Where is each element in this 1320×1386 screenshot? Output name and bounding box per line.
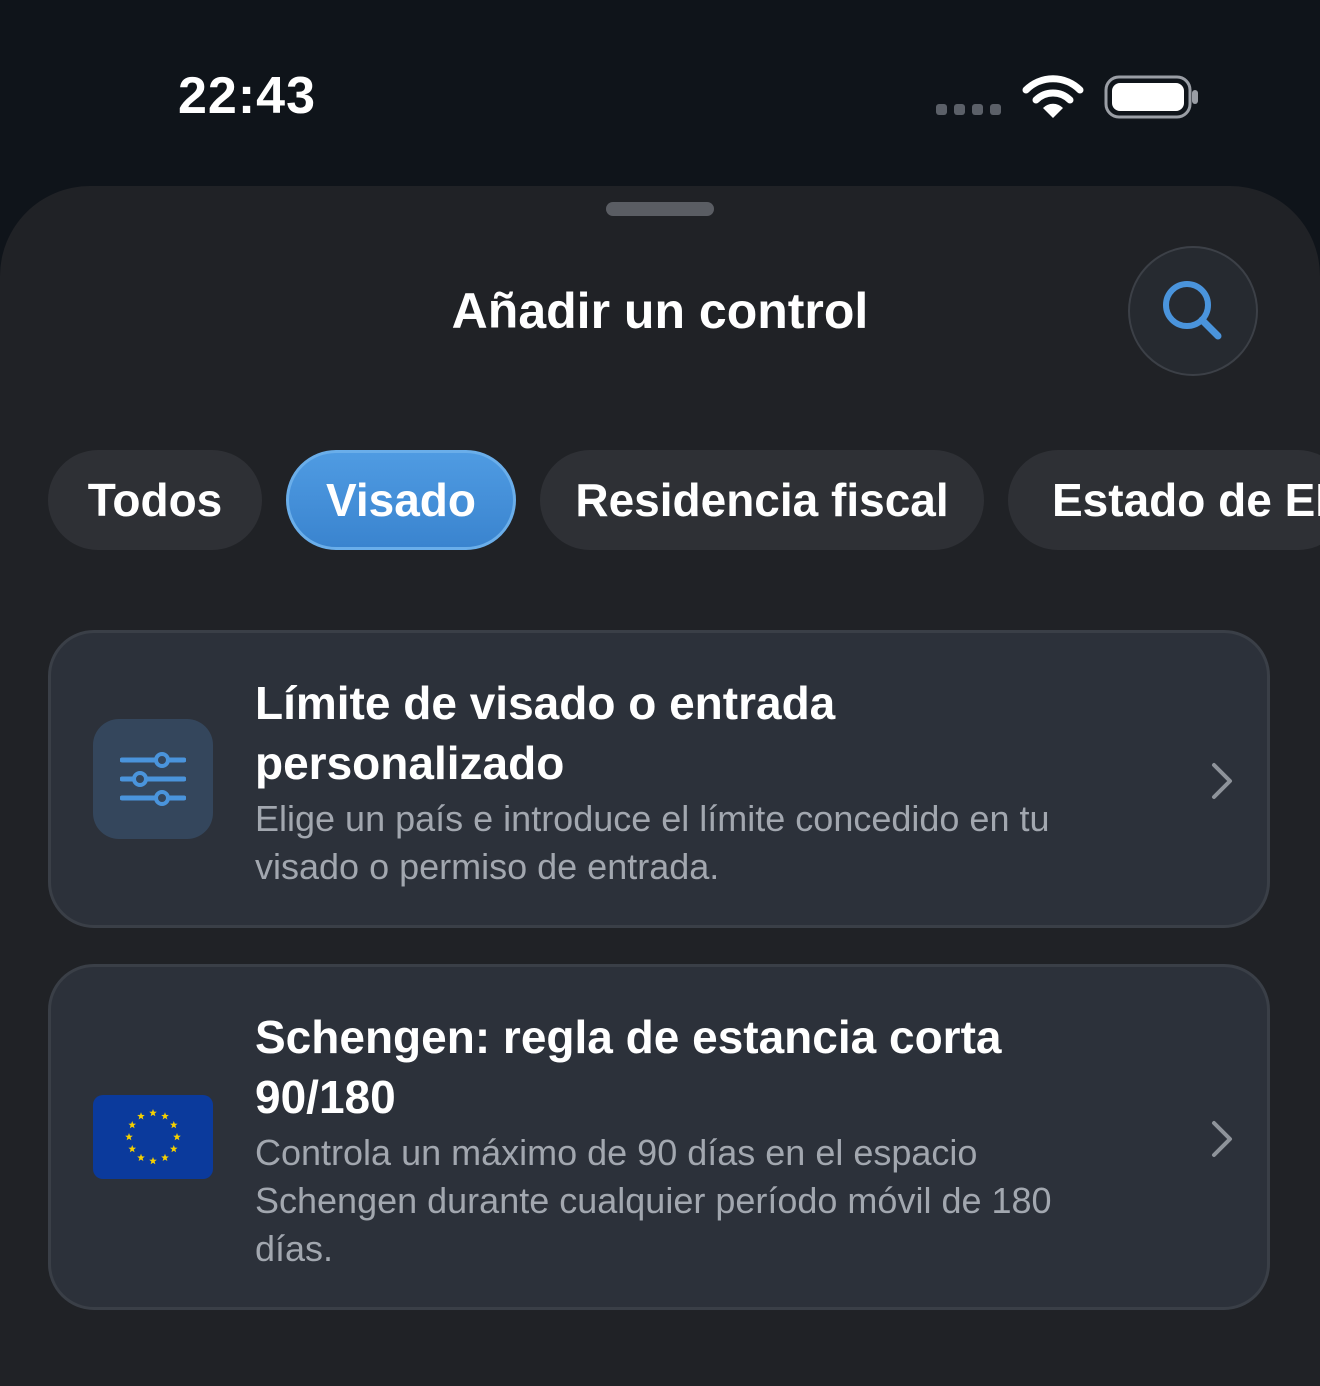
status-time: 22:43	[178, 67, 316, 125]
page-title: Añadir un control	[451, 283, 869, 339]
status-bar: 22:43	[0, 0, 1320, 190]
control-card-custom-visa-limit[interactable]: Límite de visado o entrada personalizado…	[48, 630, 1270, 928]
tab-residencia-fiscal[interactable]: Residencia fiscal	[540, 450, 984, 550]
search-icon	[1163, 281, 1222, 340]
eu-star	[149, 1109, 157, 1117]
eu-star	[149, 1157, 157, 1165]
tab-visado[interactable]: Visado	[286, 450, 516, 550]
eu-star	[137, 1153, 145, 1162]
tab-todos[interactable]: Todos	[48, 450, 262, 550]
tab-label: Estado de EE	[1052, 474, 1320, 526]
sheet-grabber[interactable]	[606, 202, 714, 216]
tab-estado-de-ee[interactable]: Estado de EE	[1008, 450, 1320, 550]
tab-label: Todos	[87, 474, 223, 526]
category-tabs: Todos Visado Residencia fiscal Estado de…	[48, 450, 1320, 550]
card-description: Elige un país e introduce el límite conc…	[255, 798, 1050, 887]
cellular-signal-icon	[936, 104, 1001, 115]
eu-flag-icon	[93, 1095, 213, 1179]
eu-star	[128, 1121, 137, 1129]
eu-star	[169, 1145, 178, 1153]
tab-label: Residencia fiscal	[575, 474, 949, 526]
card-title: Límite de visado o entrada personalizado	[255, 677, 836, 789]
card-description: Controla un máximo de 90 días en el espa…	[255, 1132, 1052, 1269]
wifi-icon	[1022, 75, 1084, 118]
eu-star	[137, 1112, 145, 1120]
eu-star	[128, 1145, 137, 1153]
sliders-icon	[93, 719, 213, 839]
eu-star	[161, 1112, 169, 1120]
search-button[interactable]	[1128, 246, 1258, 376]
chevron-right-icon	[1212, 763, 1232, 799]
eu-star	[161, 1153, 169, 1162]
chevron-right-icon	[1212, 1121, 1232, 1157]
battery-icon	[1104, 75, 1198, 119]
card-title: Schengen: regla de estancia corta 90/180	[255, 1011, 1002, 1123]
control-card-schengen-90-180[interactable]: Schengen: regla de estancia corta 90/180…	[48, 964, 1270, 1310]
eu-star	[125, 1133, 133, 1141]
eu-star	[169, 1121, 178, 1129]
eu-star	[173, 1133, 181, 1141]
tab-label: Visado	[326, 474, 476, 526]
